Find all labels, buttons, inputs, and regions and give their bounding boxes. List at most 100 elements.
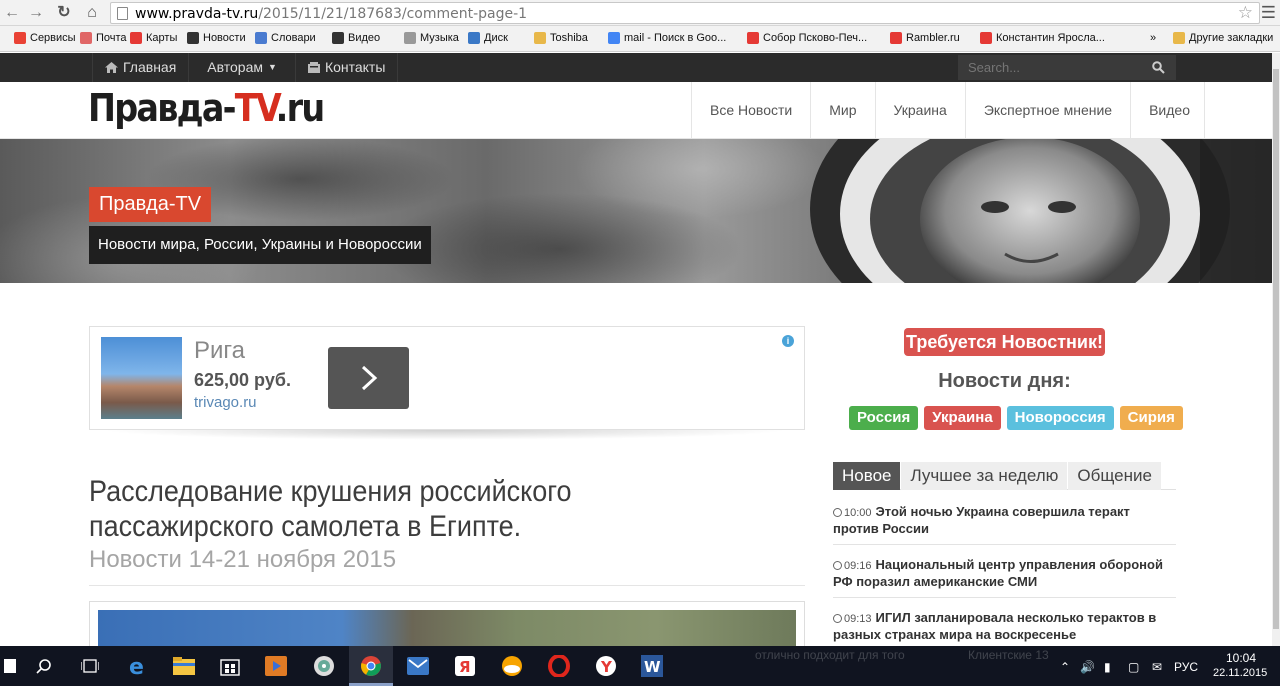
news-headline[interactable]: ИГИЛ запланировала несколько терактов в … (833, 610, 1156, 642)
other-bookmarks-folder[interactable]: Другие закладки (1173, 32, 1273, 44)
bookmark-item[interactable]: Rambler.ru (890, 32, 960, 44)
nav-ukraine[interactable]: Украина (874, 82, 965, 139)
bookmark-item[interactable]: Новости (187, 32, 246, 44)
news-time: 09:16 (833, 560, 872, 572)
tab-new[interactable]: Новое (833, 462, 901, 490)
browser-menu-icon[interactable]: ☰ (1261, 3, 1276, 23)
opera-icon[interactable] (547, 654, 571, 678)
bookmark-item[interactable]: Видео (332, 32, 380, 44)
tag-button[interactable]: Сирия (1119, 406, 1183, 430)
address-bar[interactable]: www.pravda-tv.ru/2015/11/21/187683/comme… (110, 2, 1260, 24)
taskbar-date[interactable]: 22.11.2015 (1213, 667, 1267, 679)
ad-banner[interactable]: Рига 625,00 руб. trivago.ru i (89, 326, 805, 430)
bookmark-item[interactable]: Диск (468, 32, 508, 44)
news-time-value: 09:13 (844, 613, 872, 625)
news-item[interactable]: 09:16 Национальный центр управления оборо… (833, 553, 1176, 598)
folder-icon (1173, 32, 1185, 44)
more-bookmarks-button[interactable]: » (1150, 32, 1156, 44)
hero-subtitle: Новости мира, России, Украины и Новоросс… (89, 226, 431, 264)
home-icon[interactable]: ⌂ (82, 3, 102, 23)
mail-icon[interactable] (406, 654, 430, 678)
edge-icon[interactable]: e (126, 654, 150, 678)
yandex-icon[interactable]: Y (594, 654, 618, 678)
ad-image[interactable] (101, 337, 182, 419)
news-item[interactable]: 10:00 Этой ночью Украина совершила теракт… (833, 500, 1176, 545)
bookmark-item[interactable]: Музыка (404, 32, 459, 44)
windows-start-icon[interactable] (0, 654, 22, 678)
tag-button[interactable]: Россия (849, 406, 919, 430)
bookmark-item[interactable]: Константин Яросла... (980, 32, 1105, 44)
task-view-icon[interactable] (78, 654, 102, 678)
search-button[interactable] (1140, 55, 1176, 80)
nav-all-news[interactable]: Все Новости (691, 82, 810, 139)
chrome-icon[interactable] (359, 654, 383, 678)
search-icon[interactable] (32, 654, 56, 678)
back-icon[interactable]: ← (2, 3, 22, 23)
bookmark-label: mail - Поиск в Goo... (624, 32, 727, 44)
url-path: /2015/11/21/187683/comment-page-1 (258, 6, 528, 22)
notifications-icon[interactable]: ✉ (1152, 660, 1162, 674)
tag-button[interactable]: Украина (924, 406, 1001, 430)
ad-city[interactable]: Рига (194, 337, 245, 365)
news-headline[interactable]: Этой ночью Украина совершила теракт прот… (833, 504, 1130, 536)
divider (89, 585, 805, 586)
nav-world[interactable]: Мир (810, 82, 874, 139)
bookmark-item[interactable]: Почта (80, 32, 127, 44)
topnav-contacts[interactable]: Контакты (294, 53, 399, 82)
store-icon[interactable] (218, 654, 242, 678)
bookmark-star-icon[interactable]: ☆ (1238, 3, 1253, 23)
weather-app-icon[interactable] (500, 654, 524, 678)
page-scrollbar[interactable] (1272, 53, 1280, 653)
bookmark-item[interactable]: Toshiba (534, 32, 588, 44)
bookmark-icon (14, 32, 26, 44)
topnav-home[interactable]: Главная (92, 53, 188, 82)
tag-button[interactable]: Новороссия (1006, 406, 1114, 430)
bookmark-label: Новости (203, 32, 246, 44)
word-icon[interactable]: W (640, 654, 664, 678)
bookmark-item[interactable]: mail - Поиск в Goo... (608, 32, 726, 44)
forward-icon[interactable]: → (26, 3, 46, 23)
url-host: www.pravda-tv.ru (135, 6, 259, 22)
disc-app-icon[interactable] (312, 654, 336, 678)
news-item[interactable]: 09:13 ИГИЛ запланировала несколько теракт… (833, 606, 1176, 651)
taskbar-time[interactable]: 10:04 (1226, 651, 1256, 665)
scrollbar-thumb[interactable] (1273, 69, 1279, 629)
logo-tv: TV (234, 86, 278, 130)
network-icon[interactable]: ▢ (1128, 660, 1139, 674)
article-subtitle: Новости 14-21 ноября 2015 (89, 546, 397, 573)
bookmark-item[interactable]: Словари (255, 32, 316, 44)
news-headline[interactable]: Национальный центр управления обороной Р… (833, 557, 1163, 589)
article-title: Расследование крушения российского пасса… (89, 475, 572, 543)
ad-price[interactable]: 625,00 руб. (194, 370, 291, 391)
reload-icon[interactable]: ↻ (54, 3, 74, 23)
bookmark-item[interactable]: Карты (130, 32, 177, 44)
bookmark-label: Видео (348, 32, 381, 44)
tray-chevron-icon[interactable]: ⌃ (1060, 660, 1070, 674)
nav-expert-opinion[interactable]: Экспертное мнение (964, 82, 1130, 139)
yandex-browser-icon[interactable]: Я (453, 654, 477, 678)
topnav-authors[interactable]: Авторам ▼ (188, 53, 295, 82)
site-search (958, 55, 1176, 80)
wanted-reporter-button[interactable]: Требуется Новостник! (904, 328, 1105, 356)
nav-video[interactable]: Видео (1130, 82, 1205, 139)
bookmark-icon (332, 32, 344, 44)
ad-info-icon[interactable]: i (782, 335, 794, 347)
ad-site[interactable]: trivago.ru (194, 394, 257, 411)
battery-icon[interactable]: ▮ (1104, 660, 1111, 674)
logo-ru: .ru (275, 86, 325, 130)
bookmark-item[interactable]: Сервисы (14, 32, 76, 44)
site-logo[interactable]: Правда-TV.ru (88, 86, 325, 130)
news-time-value: 10:00 (844, 507, 872, 519)
media-player-icon[interactable] (264, 654, 288, 678)
news-time: 09:13 (833, 613, 872, 625)
bookmark-item[interactable]: Собор Псково-Печ... (747, 32, 867, 44)
ad-arrow-button[interactable] (328, 347, 409, 409)
tab-discussion[interactable]: Общение (1068, 462, 1161, 490)
search-input[interactable] (958, 55, 1140, 80)
caret-down-icon: ▼ (268, 62, 277, 72)
language-indicator[interactable]: РУС (1174, 660, 1198, 674)
bookmark-icon (890, 32, 902, 44)
tab-best-week[interactable]: Лучшее за неделю (901, 462, 1068, 490)
volume-icon[interactable]: 🔊 (1080, 660, 1095, 674)
file-explorer-icon[interactable] (172, 654, 196, 678)
